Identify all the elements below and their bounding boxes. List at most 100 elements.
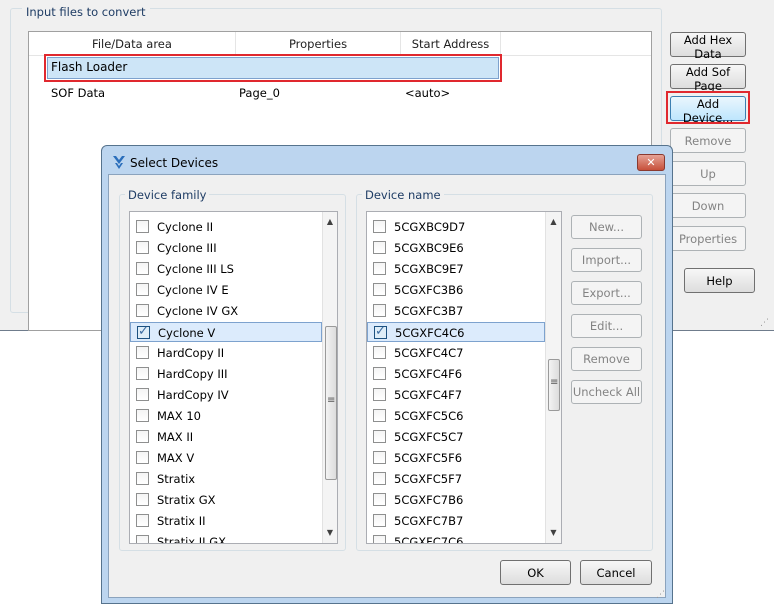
checkbox[interactable] <box>136 304 149 317</box>
device-item[interactable]: 5CGXFC5C7 <box>367 427 545 447</box>
family-item[interactable]: MAX 10 <box>130 406 322 426</box>
up-button[interactable]: Up <box>670 161 746 186</box>
family-item[interactable]: MAX II <box>130 427 322 447</box>
family-item[interactable]: Stratix II GX <box>130 532 322 543</box>
family-item[interactable]: Cyclone III LS <box>130 259 322 279</box>
family-item[interactable]: MAX V <box>130 448 322 468</box>
device-item[interactable]: 5CGXBC9D7 <box>367 217 545 237</box>
import-button[interactable]: Import... <box>571 248 642 272</box>
scroll-up-icon[interactable]: ▲ <box>546 214 561 230</box>
add-hex-data-button[interactable]: Add Hex Data <box>670 32 746 61</box>
checkbox[interactable] <box>136 241 149 254</box>
down-button[interactable]: Down <box>670 193 746 218</box>
checkbox[interactable] <box>373 367 386 380</box>
family-item[interactable]: Cyclone V <box>130 322 322 342</box>
device-item[interactable]: 5CGXFC4F7 <box>367 385 545 405</box>
device-item[interactable]: 5CGXFC4C7 <box>367 343 545 363</box>
device-name-list[interactable]: 5CGXBC9D7 5CGXBC9E6 5CGXBC9E7 5CGXFC3B6 5CGX… <box>366 211 562 544</box>
checkbox-checked[interactable] <box>137 322 150 342</box>
checkbox[interactable] <box>136 535 149 543</box>
checkbox[interactable] <box>136 367 149 380</box>
checkbox[interactable] <box>373 535 386 543</box>
table-cell-file[interactable]: SOF Data <box>51 86 105 100</box>
new-button[interactable]: New... <box>571 215 642 239</box>
device-item[interactable]: 5CGXFC7B6 <box>367 490 545 510</box>
checkbox[interactable] <box>373 451 386 464</box>
checkbox[interactable] <box>373 430 386 443</box>
device-item[interactable]: 5CGXFC7C6 <box>367 532 545 543</box>
checkbox[interactable] <box>136 430 149 443</box>
column-header-properties[interactable]: Properties <box>236 32 401 56</box>
family-item-label: MAX II <box>157 430 194 444</box>
family-item-label: Stratix <box>157 472 196 486</box>
family-item[interactable]: Cyclone IV GX <box>130 301 322 321</box>
device-item[interactable]: 5CGXFC4F6 <box>367 364 545 384</box>
device-item[interactable]: 5CGXFC3B6 <box>367 280 545 300</box>
device-name-scrollbar[interactable]: ▲ ▼ <box>545 212 561 543</box>
column-header-file[interactable]: File/Data area <box>29 32 236 56</box>
resize-grip-icon[interactable]: ⋰ <box>760 318 769 328</box>
cancel-button[interactable]: Cancel <box>580 560 652 585</box>
checkbox[interactable] <box>136 220 149 233</box>
device-item-label: 5CGXFC5C7 <box>394 430 464 444</box>
family-item[interactable]: Stratix <box>130 469 322 489</box>
remove-device-button[interactable]: Remove <box>571 347 642 371</box>
edit-button[interactable]: Edit... <box>571 314 642 338</box>
add-sof-page-button[interactable]: Add Sof Page <box>670 64 746 93</box>
remove-button[interactable]: Remove <box>670 128 746 153</box>
export-button[interactable]: Export... <box>571 281 642 305</box>
checkbox[interactable] <box>136 262 149 275</box>
family-item[interactable]: HardCopy III <box>130 364 322 384</box>
checkbox-checked[interactable] <box>374 322 387 342</box>
family-item[interactable]: Cyclone III <box>130 238 322 258</box>
uncheck-all-button[interactable]: Uncheck All <box>571 380 642 404</box>
checkbox[interactable] <box>373 262 386 275</box>
scroll-up-icon[interactable]: ▲ <box>323 214 337 230</box>
checkbox[interactable] <box>373 493 386 506</box>
family-item[interactable]: Stratix II <box>130 511 322 531</box>
device-item[interactable]: 5CGXBC9E6 <box>367 238 545 258</box>
help-button[interactable]: Help <box>684 268 755 293</box>
checkbox[interactable] <box>373 220 386 233</box>
checkbox[interactable] <box>136 472 149 485</box>
close-icon[interactable]: ✕ <box>637 154 665 171</box>
family-item[interactable]: HardCopy IV <box>130 385 322 405</box>
column-header-start-address[interactable]: Start Address <box>401 32 501 56</box>
device-item[interactable]: 5CGXBC9E7 <box>367 259 545 279</box>
device-item[interactable]: 5CGXFC7B7 <box>367 511 545 531</box>
checkbox[interactable] <box>373 283 386 296</box>
properties-button[interactable]: Properties <box>670 226 746 251</box>
checkbox[interactable] <box>373 346 386 359</box>
checkbox[interactable] <box>136 514 149 527</box>
resize-grip-icon[interactable]: ⋰ <box>656 590 665 600</box>
checkbox[interactable] <box>373 514 386 527</box>
checkbox[interactable] <box>373 304 386 317</box>
scrollbar-thumb[interactable] <box>548 359 560 411</box>
device-family-list[interactable]: Cyclone II Cyclone III Cyclone III LS Cyclo… <box>129 211 338 544</box>
scroll-down-icon[interactable]: ▼ <box>323 525 337 541</box>
device-item[interactable]: 5CGXFC5C6 <box>367 406 545 426</box>
checkbox[interactable] <box>373 388 386 401</box>
scroll-down-icon[interactable]: ▼ <box>546 525 561 541</box>
device-item[interactable]: 5CGXFC5F7 <box>367 469 545 489</box>
checkbox[interactable] <box>373 241 386 254</box>
device-family-scrollbar[interactable]: ▲ ▼ <box>322 212 337 543</box>
device-item[interactable]: 5CGXFC5F6 <box>367 448 545 468</box>
checkbox[interactable] <box>136 409 149 422</box>
checkbox[interactable] <box>373 472 386 485</box>
device-item[interactable]: 5CGXFC4C6 <box>367 322 545 342</box>
family-item[interactable]: Cyclone IV E <box>130 280 322 300</box>
checkbox[interactable] <box>136 388 149 401</box>
checkbox[interactable] <box>136 451 149 464</box>
device-item-label: 5CGXFC4F6 <box>394 367 463 381</box>
device-item[interactable]: 5CGXFC3B7 <box>367 301 545 321</box>
family-item[interactable]: Cyclone II <box>130 217 322 237</box>
family-item[interactable]: Stratix GX <box>130 490 322 510</box>
family-item[interactable]: HardCopy II <box>130 343 322 363</box>
checkbox[interactable] <box>136 493 149 506</box>
checkbox[interactable] <box>136 346 149 359</box>
scrollbar-thumb[interactable] <box>325 326 337 480</box>
checkbox[interactable] <box>373 409 386 422</box>
ok-button[interactable]: OK <box>500 560 571 585</box>
checkbox[interactable] <box>136 283 149 296</box>
